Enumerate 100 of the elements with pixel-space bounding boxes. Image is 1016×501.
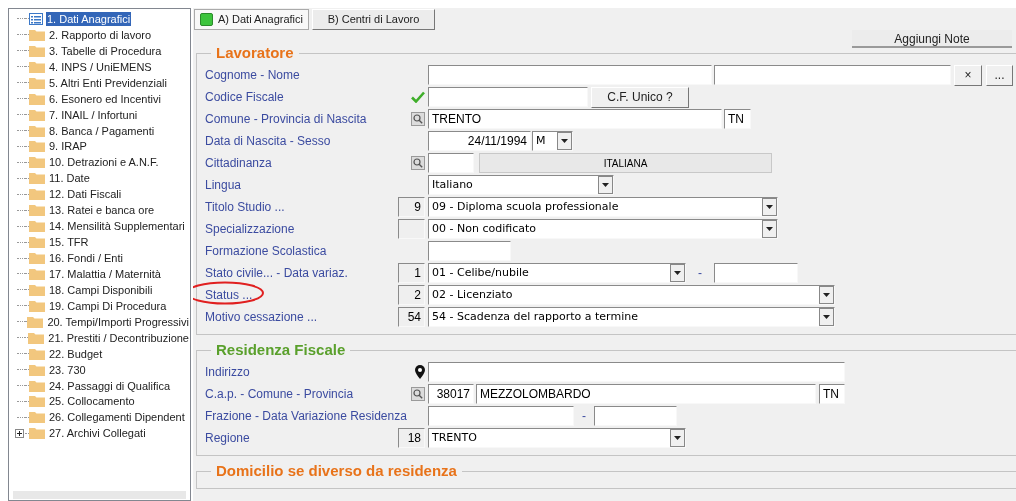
tree-item[interactable]: 1. Dati Anagrafici — [46, 11, 132, 26]
folder-icon — [28, 331, 45, 344]
input-field[interactable] — [428, 362, 845, 382]
dropdown-button[interactable] — [557, 132, 572, 150]
tree-item[interactable]: 15. TFR — [48, 235, 90, 250]
tree-item[interactable]: 3. Tabelle di Procedura — [48, 43, 163, 58]
field-label: Stato civile... - Data variaz. — [205, 265, 348, 282]
tree-item[interactable]: 12. Dati Fiscali — [48, 187, 123, 202]
input-field[interactable] — [714, 263, 798, 283]
folder-icon — [29, 28, 45, 41]
code-field[interactable]: 9 — [398, 197, 425, 217]
folder-icon — [29, 347, 45, 360]
horizontal-scrollbar[interactable] — [13, 491, 186, 499]
action-button[interactable]: ... — [986, 64, 1013, 86]
dropdown-button[interactable] — [598, 176, 613, 194]
dropdown-button[interactable] — [762, 198, 777, 216]
tree-item[interactable]: 18. Campi Disponibili — [48, 282, 154, 297]
search-icon[interactable] — [411, 387, 425, 401]
field-label: Frazione - Data Variazione Residenza — [205, 408, 407, 425]
action-button[interactable]: C.F. Unico ? — [591, 86, 689, 108]
input-field[interactable]: MEZZOLOMBARDO — [476, 384, 816, 404]
tree-item[interactable]: 11. Date — [48, 171, 91, 186]
tree-item[interactable]: 26. Collegamenti Dipendent — [48, 410, 186, 425]
code-field[interactable]: 1 — [398, 263, 425, 283]
tree-item[interactable]: 20. Tempi/Importi Progressivi — [46, 314, 190, 329]
tree-item[interactable]: 14. Mensilità Supplementari — [48, 219, 186, 234]
tree-item[interactable]: 25. Collocamento — [48, 394, 136, 409]
add-notes-button[interactable]: Aggiungi Note — [852, 30, 1012, 48]
folder-icon — [29, 204, 45, 217]
code-field[interactable]: 54 — [398, 307, 425, 327]
dropdown-field[interactable]: Italiano — [428, 175, 614, 195]
folder-icon — [29, 156, 45, 169]
folder-icon — [29, 411, 45, 424]
tree-item[interactable]: 7. INAIL / Infortuni — [48, 107, 139, 122]
input-field[interactable]: 38017 — [428, 384, 474, 404]
dropdown-field[interactable]: TRENTO — [428, 428, 686, 448]
action-button[interactable]: × — [954, 64, 982, 86]
caret-icon — [823, 315, 830, 319]
tree-item[interactable]: 27. Archivi Collegati — [48, 426, 147, 441]
caret-icon — [766, 227, 773, 231]
tree-item[interactable]: 19. Campi Di Procedura — [48, 298, 168, 313]
input-field[interactable]: TRENTO — [428, 109, 722, 129]
input-field[interactable] — [428, 241, 511, 261]
tree-item[interactable]: 4. INPS / UniEMENS — [48, 59, 153, 74]
dropdown-field[interactable]: 09 - Diploma scuola professionale — [428, 197, 778, 217]
tree-item[interactable]: 6. Esonero ed Incentivi — [48, 91, 162, 106]
tab[interactable]: B) Centri di Lavoro — [312, 9, 435, 30]
field-label: Data di Nascita - Sesso — [205, 133, 331, 150]
tree-item[interactable]: 21. Prestiti / Decontribuzione — [47, 330, 190, 345]
input-field[interactable] — [594, 406, 677, 426]
field-label: Motivo cessazione ... — [205, 309, 318, 326]
input-field[interactable] — [714, 65, 951, 85]
dropdown-button[interactable] — [762, 220, 777, 238]
dropdown-field[interactable]: 54 - Scadenza del rapporto a termine — [428, 307, 835, 327]
dropdown-field[interactable]: 02 - Licenziato — [428, 285, 835, 305]
tree-item[interactable]: 9. IRAP — [48, 139, 88, 154]
section-title: Lavoratore — [215, 44, 295, 62]
tree-item[interactable]: 16. Fondi / Enti — [48, 251, 124, 266]
section-title: Residenza Fiscale — [215, 341, 347, 359]
dropdown-button[interactable] — [819, 286, 834, 304]
folder-icon — [29, 108, 45, 121]
code-field[interactable] — [398, 219, 425, 239]
folder-icon — [29, 299, 45, 312]
search-icon[interactable] — [411, 156, 425, 170]
input-field[interactable] — [428, 153, 474, 173]
status-icon — [200, 13, 213, 26]
input-field[interactable] — [428, 87, 588, 107]
separator-dash: - — [581, 408, 587, 425]
tree-item[interactable]: 13. Ratei e banca ore — [48, 203, 156, 218]
dropdown-button[interactable] — [670, 264, 685, 282]
folder-icon — [29, 363, 45, 376]
dropdown-field[interactable]: 01 - Celibe/nubile — [428, 263, 686, 283]
field-label: Regione — [205, 430, 250, 447]
search-icon[interactable] — [411, 112, 425, 126]
field-label: Lingua — [205, 177, 242, 194]
field-label: Codice Fiscale — [205, 89, 284, 106]
tree-item[interactable]: 22. Budget — [48, 346, 104, 361]
tab[interactable]: A) Dati Anagrafici — [194, 9, 309, 30]
tree-item[interactable]: 17. Malattia / Maternità — [48, 266, 162, 281]
input-field[interactable] — [428, 65, 712, 85]
dropdown-field[interactable]: 00 - Non codificato — [428, 219, 778, 239]
input-field[interactable]: 24/11/1994 — [428, 131, 531, 151]
dropdown-field[interactable]: M — [532, 131, 573, 151]
input-field[interactable]: TN — [724, 109, 751, 129]
input-field[interactable] — [428, 406, 574, 426]
tree-item[interactable]: 2. Rapporto di lavoro — [48, 27, 153, 42]
tree-item[interactable]: 23. 730 — [48, 362, 87, 377]
field-label: Indirizzo — [205, 364, 250, 381]
dropdown-button[interactable] — [819, 308, 834, 326]
dropdown-button[interactable] — [670, 429, 685, 447]
input-field[interactable]: TN — [819, 384, 845, 404]
expand-icon[interactable] — [14, 428, 24, 438]
code-field[interactable]: 18 — [398, 428, 425, 448]
field-label: Specializzazione — [205, 221, 295, 238]
tree-item[interactable]: 10. Detrazioni e A.N.F. — [48, 155, 160, 170]
tree-item[interactable]: 5. Altri Enti Previdenziali — [48, 75, 168, 90]
tree-item[interactable]: 24. Passaggi di Qualifica — [48, 378, 172, 393]
pin-icon[interactable] — [415, 365, 425, 379]
tree-item[interactable]: 8. Banca / Pagamenti — [48, 123, 156, 138]
code-field[interactable]: 2 — [398, 285, 425, 305]
